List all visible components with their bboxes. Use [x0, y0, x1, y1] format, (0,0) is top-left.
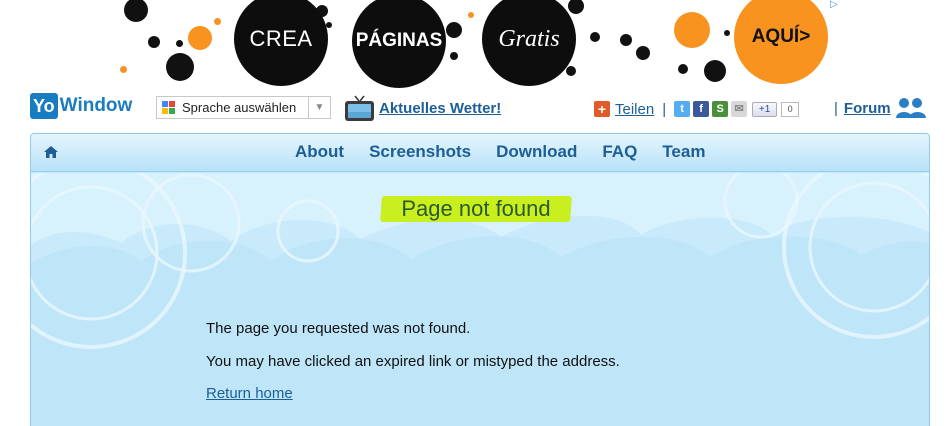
ad-dot — [446, 22, 462, 38]
email-icon[interactable]: ✉ — [731, 101, 748, 117]
language-select-label: Sprache auswählen — [182, 100, 297, 115]
site-header: Yo Window Sprache auswählen ▼ Aktuelles … — [0, 90, 950, 130]
ad-dot — [176, 40, 183, 47]
ad-dot — [568, 0, 584, 14]
return-home-link[interactable]: Return home — [206, 385, 293, 402]
ad-word-crea: CREA — [249, 26, 313, 51]
nav-item-faq[interactable]: FAQ — [602, 142, 637, 162]
ad-dot — [590, 32, 600, 42]
error-hint: You may have clicked an expired link or … — [206, 353, 620, 370]
main-panel: About Screenshots Download FAQ Team Page… — [30, 133, 930, 426]
ad-bubble-crea: CREA — [234, 0, 328, 86]
nav-item-download[interactable]: Download — [496, 142, 577, 162]
ad-dot — [120, 66, 127, 73]
ad-dot — [326, 22, 332, 28]
main-nav: About Screenshots Download FAQ Team — [31, 134, 929, 172]
ad-dot — [704, 60, 726, 82]
ad-word-gratis: Gratis — [498, 25, 560, 52]
ad-dot — [674, 12, 710, 48]
ad-dot — [166, 53, 194, 81]
facebook-icon[interactable]: f — [693, 101, 710, 117]
ad-dot — [188, 26, 212, 50]
ad-word-aqui: AQUÍ> — [751, 26, 811, 47]
page-title-wrap: Page not found — [380, 194, 572, 222]
ad-dot — [450, 52, 458, 60]
tv-icon[interactable] — [344, 95, 375, 123]
ad-dot — [620, 34, 632, 46]
forum-area: | Forum — [834, 96, 927, 120]
nav-item-team[interactable]: Team — [662, 142, 705, 162]
ad-bubble-gratis: Gratis — [482, 0, 576, 86]
forum-link[interactable]: Forum — [844, 100, 891, 117]
plusone-count: 0 — [781, 101, 800, 117]
separator: | — [834, 99, 838, 117]
logo-yo: Yo — [30, 93, 58, 119]
nav-links: About Screenshots Download FAQ Team — [295, 142, 730, 162]
nav-item-about[interactable]: About — [295, 142, 344, 162]
ad-dot — [214, 18, 221, 25]
weather-link[interactable]: Aktuelles Wetter! — [379, 100, 501, 117]
ad-choices-icon[interactable]: ▷ — [830, 0, 842, 10]
ad-dot — [566, 66, 576, 76]
google-translate-icon — [162, 100, 176, 115]
ad-dot — [636, 46, 650, 60]
ad-bubble-paginas: PÁGINAS — [352, 0, 446, 88]
dropdown-arrow-icon[interactable]: ▼ — [308, 97, 330, 118]
ad-dot — [724, 30, 730, 36]
ad-banner[interactable]: CREA PÁGINAS Gratis AQUÍ> ▷ — [0, 0, 950, 90]
ad-word-paginas: PÁGINAS — [355, 30, 443, 51]
home-icon[interactable] — [43, 144, 59, 160]
page-title: Page not found — [401, 196, 551, 221]
users-icon[interactable] — [895, 96, 927, 120]
share-plus-icon[interactable]: + — [594, 101, 610, 117]
google-plusone-button[interactable]: +1 — [752, 101, 778, 117]
ad-dot — [148, 36, 160, 48]
ad-dot — [468, 12, 474, 18]
language-select[interactable]: Sprache auswählen ▼ — [156, 96, 331, 119]
yowindow-logo[interactable]: Yo Window — [30, 93, 132, 119]
ad-bubble-aqui[interactable]: AQUÍ> — [734, 0, 828, 84]
logo-window: Window — [59, 95, 133, 116]
share-link[interactable]: Teilen — [615, 101, 654, 118]
ad-dot — [124, 0, 148, 22]
separator: | — [662, 100, 667, 118]
nav-item-screenshots[interactable]: Screenshots — [369, 142, 471, 162]
twitter-icon[interactable]: t — [674, 101, 691, 117]
stumbleupon-icon[interactable]: S — [712, 101, 729, 117]
share-bar: + Teilen | t f S ✉ +1 0 — [594, 100, 800, 118]
ad-dot — [678, 64, 688, 74]
error-message: The page you requested was not found. — [206, 320, 471, 337]
